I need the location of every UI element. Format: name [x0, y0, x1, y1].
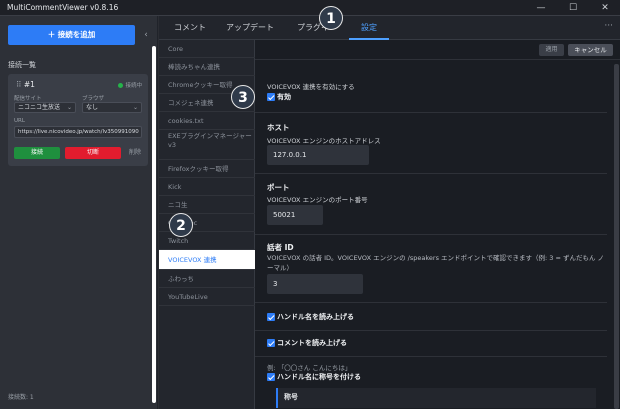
browser-label: ブラウザ [82, 96, 105, 102]
divider [255, 330, 607, 331]
connection-number: ⠿ #1 [16, 80, 35, 89]
site-label: 配信サイト [14, 96, 42, 102]
collapse-sidebar-button[interactable]: ‹ [140, 27, 152, 43]
nav-item-nicolive[interactable]: ニコ生 [159, 196, 255, 214]
nav-item-fuwacchi[interactable]: ふわっち [159, 270, 255, 288]
enable-label: VOICEVOX 連携を有効にする [267, 83, 355, 91]
connection-card: ⠿ #1 接続中 配信サイト ニコニコ生放送 ⌄ ブラウザ なし ⌄ URL htt… [8, 74, 148, 166]
nav-item-cookies-txt[interactable]: cookies.txt [159, 112, 255, 130]
url-input[interactable]: https://live.nicovideo.jp/watch/lv350991… [14, 126, 142, 138]
speaker-description: VOICEVOX の話者 ID。VOICEVOX エンジンの /speakers… [267, 254, 605, 272]
port-heading: ポート [267, 183, 290, 192]
tab-bar: コメント アップデート プラグイン 設定 ··· [159, 16, 620, 40]
connect-button[interactable]: 接続 [14, 147, 60, 159]
port-description: VOICEVOX エンジンのポート番号 [267, 196, 368, 204]
checkbox-checked-icon [267, 339, 275, 347]
divider [255, 356, 607, 357]
tab-updates[interactable]: アップデート [223, 16, 277, 40]
connection-count: 接続数: 1 [8, 394, 34, 401]
port-input[interactable]: 50021 [267, 205, 323, 225]
disconnect-button[interactable]: 切断 [65, 147, 121, 159]
divider [255, 112, 607, 113]
chevron-down-icon: ⌄ [66, 104, 72, 111]
divider [255, 234, 607, 235]
settings-actions: 適用 キャンセル [255, 40, 620, 60]
main-area: コメント アップデート プラグイン 設定 ··· Core 棒読みちゃん連携 C… [159, 16, 620, 409]
honorific-box: 称号 [276, 388, 596, 408]
annotation-badge-1: 1 [319, 6, 343, 30]
host-input[interactable]: 127.0.0.1 [267, 145, 369, 165]
nav-item-kick[interactable]: Kick [159, 178, 255, 196]
add-connection-button[interactable]: ＋ 接続を追加 [8, 25, 135, 45]
enable-checkbox[interactable]: 有効 [267, 92, 291, 102]
close-button[interactable]: ✕ [594, 1, 616, 15]
settings-scroll-area: VOICEVOX 連携を有効にする 有効 ホスト VOICEVOX エンジンのホ… [255, 60, 620, 409]
site-select[interactable]: ニコニコ生放送 ⌄ [14, 102, 76, 113]
chevron-down-icon: ⌄ [132, 104, 138, 111]
nav-item-firefox-cookie[interactable]: Firefoxクッキー取得 [159, 160, 255, 178]
settings-scrollbar-thumb[interactable] [614, 64, 619, 409]
read-comment-checkbox[interactable]: コメントを読み上げる [267, 338, 347, 348]
nav-item-bouyomi[interactable]: 棒読みちゃん連携 [159, 58, 255, 76]
app-title: MultiCommentViewer v0.8.16 [7, 3, 119, 12]
nav-item-youtubelive[interactable]: YouTubeLive [159, 288, 255, 306]
cancel-button[interactable]: キャンセル [568, 44, 613, 56]
minimize-button[interactable]: — [530, 1, 552, 15]
read-handle-checkbox[interactable]: ハンドル名を読み上げる [267, 312, 354, 322]
nav-item-core[interactable]: Core [159, 40, 255, 58]
left-scrollbar[interactable] [151, 46, 157, 403]
apply-button[interactable]: 適用 [539, 44, 564, 56]
connection-status: 接続中 [118, 81, 142, 89]
connections-section-label: 接続一覧 [8, 61, 36, 69]
honorific-checkbox[interactable]: ハンドル名に称号を付ける [267, 372, 361, 382]
settings-scrollbar[interactable] [613, 60, 620, 409]
tab-settings[interactable]: 設定 [349, 16, 389, 40]
nav-item-exe-plugin[interactable]: EXEプラグインマネージャー v3 [159, 130, 255, 160]
speaker-heading: 話者 ID [267, 243, 294, 252]
example-text: 例: 「〇〇さん こんにちは」 [267, 364, 352, 372]
checkbox-checked-icon [267, 313, 275, 321]
host-description: VOICEVOX エンジンのホストアドレス [267, 137, 381, 145]
browser-select[interactable]: なし ⌄ [82, 102, 142, 113]
more-menu-icon[interactable]: ··· [604, 21, 613, 31]
url-label: URL [14, 118, 25, 124]
left-scrollbar-thumb[interactable] [152, 46, 156, 403]
honorific-box-label: 称号 [284, 393, 298, 401]
host-heading: ホスト [267, 123, 290, 132]
divider [255, 173, 607, 174]
tab-comments[interactable]: コメント [171, 16, 209, 40]
checkbox-checked-icon [267, 373, 275, 381]
annotation-badge-2: 2 [169, 213, 193, 237]
maximize-button[interactable]: ☐ [562, 1, 584, 15]
title-bar: MultiCommentViewer v0.8.16 — ☐ ✕ [0, 0, 620, 16]
checkbox-checked-icon [267, 93, 275, 101]
divider [255, 302, 607, 303]
status-dot-icon [118, 83, 124, 88]
speaker-input[interactable]: 3 [267, 274, 363, 294]
annotation-badge-3: 3 [231, 85, 255, 109]
drag-handle-icon[interactable]: ⠿ [16, 80, 22, 89]
settings-content: 適用 キャンセル VOICEVOX 連携を有効にする 有効 ホスト VOICEV… [255, 40, 620, 409]
nav-item-voicevox[interactable]: VOICEVOX 連携 [159, 250, 255, 270]
delete-button[interactable]: 削除 [126, 147, 144, 159]
connections-pane: ＋ 接続を追加 ‹ 接続一覧 ⠿ #1 接続中 配信サイト ニコニコ生放送 ⌄ ブ… [0, 16, 158, 409]
